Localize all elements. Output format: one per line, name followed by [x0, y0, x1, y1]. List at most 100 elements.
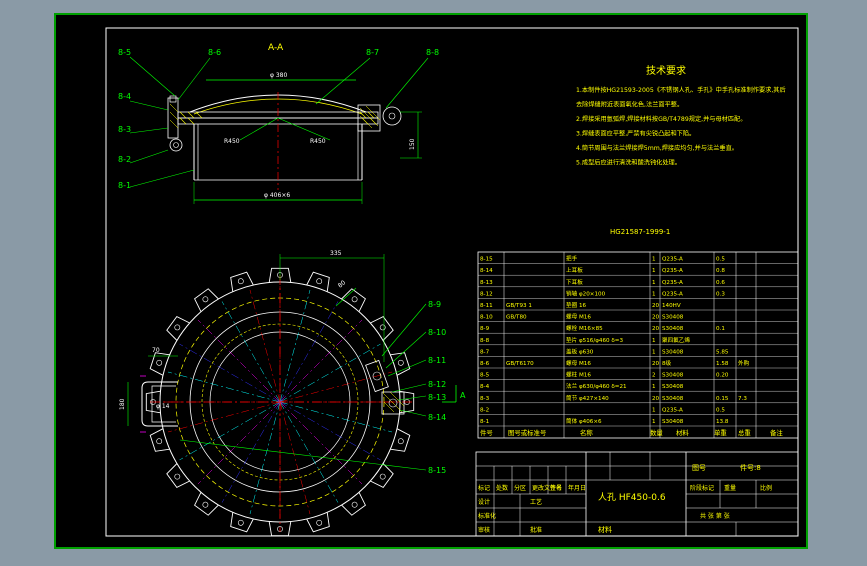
bom-cell: 7.3 — [738, 396, 747, 402]
dim-r1: R450 — [224, 138, 240, 145]
bom-cell: 13.8 — [716, 419, 729, 425]
bom-cell: 1.58 — [716, 361, 729, 367]
bom-cell: 2 — [652, 373, 656, 379]
bom-cell: 8-3 — [480, 396, 490, 402]
bom-cell: 上耳板 — [566, 266, 583, 274]
tech-line: 去除焊缝附近表面氧化色,法兰面平整。 — [576, 101, 683, 109]
bom-cell: 0.3 — [716, 291, 725, 297]
bom-cell: Q235-A — [662, 257, 683, 263]
title-row-label: 签名 — [550, 484, 562, 492]
dim-phi-top: φ 380 — [270, 72, 288, 79]
bom-cell: 销轴 φ20×100 — [566, 289, 606, 297]
bom-cell: 20 — [652, 361, 660, 367]
bom-cell: S30408 — [662, 373, 684, 379]
bom-cell: 8-5 — [480, 373, 490, 379]
title-row-label: 分区 — [514, 484, 526, 492]
title-row-label: 年月日 — [568, 484, 586, 492]
label-8-3: 8-3 — [118, 125, 131, 134]
bom-cell: 8-11 — [480, 303, 493, 309]
bom-cell: 1 — [652, 419, 656, 425]
bom-cell: 8-15 — [480, 257, 493, 263]
title-role-label: 审核 — [478, 526, 490, 534]
tech-line: 4.筒节周围与法兰焊接焊5mm,焊接应均匀,并与法兰垂直。 — [576, 144, 738, 152]
doc-no: 件号:8 — [740, 463, 761, 472]
label-8-7: 8-7 — [366, 48, 379, 57]
bom-cell: 螺栓 M16×85 — [566, 324, 603, 332]
bom-cell: 0.20 — [716, 373, 729, 379]
bom-cell: 垫片 φ516/φ460 δ=3 — [566, 336, 623, 344]
tech-title: 技术要求 — [646, 64, 686, 77]
label-8-5: 8-5 — [118, 48, 131, 57]
title-role-label: 批准 — [530, 526, 542, 534]
bom-cell: Q235-A — [662, 280, 683, 286]
bom-cell: 20 — [652, 315, 660, 321]
bom-cell: GB/T93 1 — [506, 303, 532, 309]
standard-no: HG21587-1999-1 — [610, 228, 670, 236]
bom-cell: 20 — [652, 326, 660, 332]
bom-cell: S30408 — [662, 349, 684, 355]
bom-cell: GB/T80 — [506, 315, 527, 321]
label-8-8: 8-8 — [426, 48, 439, 57]
right-label-drawing-no: 图号 — [692, 464, 706, 472]
title-role-label: 设计 — [478, 498, 490, 506]
bom-cell: 8-7 — [480, 349, 490, 355]
bom-cell: 1 — [652, 407, 656, 413]
bom-cell: 0.5 — [716, 407, 725, 413]
bom-cell: 外购 — [738, 359, 750, 367]
bom-cell: Q235-A — [662, 291, 683, 297]
bom-cell: 1 — [652, 384, 656, 390]
label-8-12: 8-12 — [428, 380, 446, 389]
label-8-11: 8-11 — [428, 356, 446, 365]
bom-cell: 螺母 M16 — [566, 359, 591, 367]
bom-cell: 8-6 — [480, 361, 490, 367]
bom-cell: 盖板 φ630 — [566, 347, 594, 355]
bom-cell: S30408 — [662, 326, 684, 332]
bom-header-cell: 备注 — [770, 428, 783, 437]
bom-cell: 8级 — [662, 359, 672, 367]
bom-cell: 8-13 — [480, 280, 493, 286]
bom-cell: 0.1 — [716, 326, 725, 332]
title-row-label: 标记 — [478, 484, 490, 492]
bom-cell: S30408 — [662, 315, 684, 321]
bom-cell: 1 — [652, 257, 656, 263]
bom-cell: 0.8 — [716, 268, 725, 274]
dim-r2: R450 — [310, 138, 326, 145]
bom-header-cell: 数量 — [650, 428, 663, 437]
bom-cell: 8-2 — [480, 407, 489, 413]
bom-cell: GB/T6170 — [506, 361, 534, 367]
bom-cell: 20 — [652, 303, 660, 309]
bom-header-cell: 名称 — [580, 428, 593, 437]
bom-cell: 1 — [652, 291, 656, 297]
label-8-9: 8-9 — [428, 300, 441, 309]
bom-cell: 1 — [652, 338, 656, 344]
bom-header-cell: 材料 — [676, 428, 689, 437]
bom-cell: 140HV — [662, 303, 681, 309]
section-marker-a: A — [460, 391, 466, 400]
label-8-15: 8-15 — [428, 466, 446, 475]
title-role-label: 工艺 — [530, 498, 542, 506]
title-role-label: 标准化 — [478, 512, 496, 520]
tech-line: 1.本制件按HG21593-2005《不锈钢人孔、手孔》中手孔标准制作要求,其后 — [576, 86, 786, 94]
bom-cell: 筒体 φ406×6 — [566, 417, 602, 425]
bom-cell: 8-10 — [480, 315, 493, 321]
bom-cell: 8-12 — [480, 291, 493, 297]
label-8-2: 8-2 — [118, 155, 131, 164]
label-8-13: 8-13 — [428, 393, 446, 402]
bom-cell: 1 — [652, 280, 656, 286]
bom-header-cell: 单重 — [714, 428, 727, 437]
label-8-6: 8-6 — [208, 48, 221, 57]
bom-cell: 1 — [652, 268, 656, 274]
bom-cell: 8-9 — [480, 326, 490, 332]
label-8-14: 8-14 — [428, 413, 446, 422]
bom-cell: 筒节 φ427×140 — [566, 394, 609, 402]
bom-cell: Q235-A — [662, 407, 683, 413]
dim-335: 335 — [330, 250, 342, 257]
dim-phi-bottom: φ 406×6 — [264, 192, 290, 199]
label-8-10: 8-10 — [428, 328, 446, 337]
bom-cell: 法兰 φ630/φ460 δ=21 — [566, 382, 627, 390]
bom-cell: 8-1 — [480, 419, 490, 425]
bom-cell: 聚四氟乙烯 — [662, 336, 690, 344]
tech-line: 3.焊缝表面应平整,严禁有尖锐凸起和下陷。 — [576, 130, 695, 138]
drawing-canvas: A-A φ 380 R450 R450 φ 406×6 150 8-5 8-6 … — [54, 13, 808, 549]
bom-header-cell: 图号或标准号 — [508, 428, 546, 437]
